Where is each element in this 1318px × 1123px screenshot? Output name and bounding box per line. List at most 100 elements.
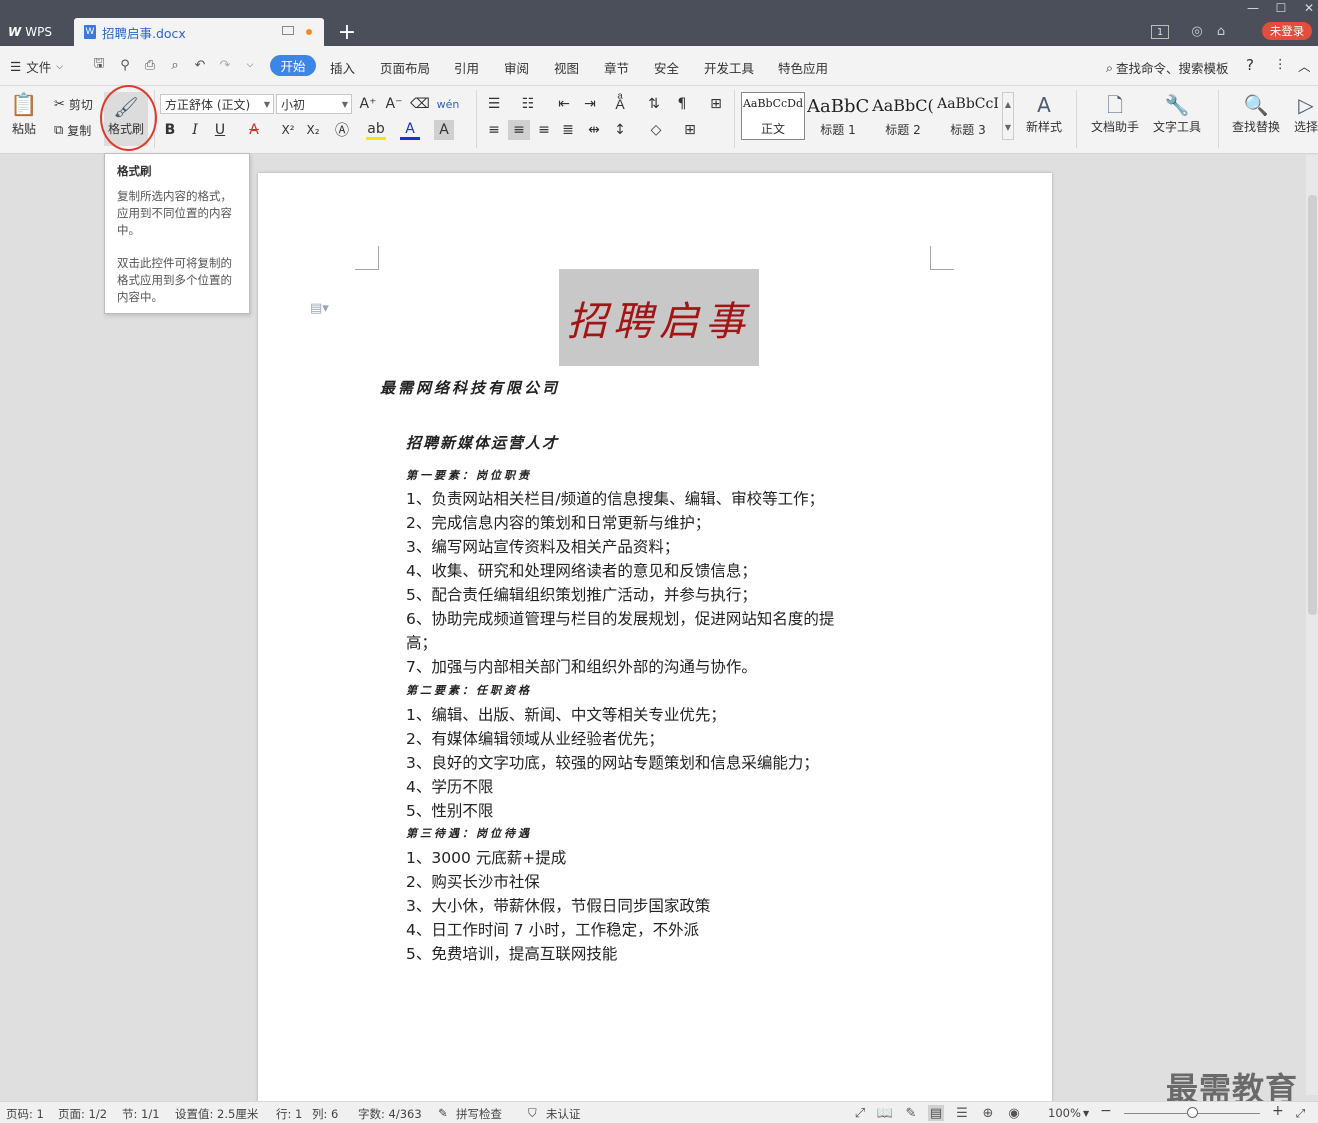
document-page[interactable]: ▤▾ 招聘启事 最需网络科技有限公司 招聘新媒体运营人才 第一要素：岗位职责 1… (258, 173, 1052, 1103)
tab-insert[interactable]: 插入 (330, 58, 355, 77)
login-button[interactable]: 未登录 (1262, 22, 1312, 40)
status-certification[interactable]: 未认证 (546, 1106, 581, 1122)
sort-icon[interactable]: ⇅ (644, 94, 664, 114)
style-normal[interactable]: AaBbCcDd 正文 (741, 92, 805, 140)
zoom-level[interactable]: 100% (1048, 1106, 1081, 1120)
status-section[interactable]: 节: 1/1 (122, 1106, 160, 1122)
decrease-indent-icon[interactable]: ⇤ (554, 94, 574, 114)
status-setting[interactable]: 设置值: 2.5厘米 (175, 1106, 258, 1122)
paste-button[interactable]: 📋 粘贴 (6, 92, 42, 137)
command-search[interactable]: ⌕ 查找命令、搜索模板 (1106, 58, 1229, 77)
tab-chapter[interactable]: 章节 (604, 58, 629, 77)
reading-mode-icon[interactable]: 📖 (877, 1105, 893, 1121)
cut-button[interactable]: ✂ 剪切 (54, 96, 93, 113)
status-page[interactable]: 页面: 1/2 (58, 1106, 107, 1122)
status-row[interactable]: 行: 1 (276, 1106, 302, 1122)
brush-icon[interactable]: ⚲ (117, 57, 133, 73)
maximize-icon[interactable]: ☐ (1270, 0, 1292, 16)
undo-icon[interactable]: ↶ (192, 57, 208, 73)
superscript-icon[interactable]: X² (278, 120, 298, 140)
align-right-icon[interactable]: ≡ (534, 120, 554, 140)
phonetic-guide-icon[interactable]: wén (437, 94, 460, 114)
show-marks-icon[interactable]: ¶ (672, 94, 692, 114)
tab-developer[interactable]: 开发工具 (704, 58, 754, 77)
print-icon[interactable]: ⎙ (142, 57, 158, 73)
tab-page-layout[interactable]: 页面布局 (380, 58, 430, 77)
table-grid-icon[interactable]: ⊞ (706, 94, 726, 114)
tab-references[interactable]: 引用 (454, 58, 479, 77)
subscript-icon[interactable]: X₂ (303, 120, 323, 140)
find-replace-button[interactable]: 🔍 查找替换 (1226, 92, 1286, 135)
status-col[interactable]: 列: 6 (312, 1106, 338, 1122)
increase-indent-icon[interactable]: ⇥ (580, 94, 600, 114)
numbered-list-icon[interactable]: ☷ (518, 94, 538, 114)
scrollbar-thumb[interactable] (1308, 195, 1317, 615)
quick-access-more-icon[interactable]: ⌵ (242, 57, 258, 73)
italic-icon[interactable]: I (185, 120, 205, 140)
status-page-number[interactable]: 页码: 1 (6, 1106, 44, 1122)
change-case-icon[interactable]: Aͣ (610, 94, 630, 114)
text-tools-button[interactable]: 🔧 文字工具 (1146, 92, 1208, 135)
bold-icon[interactable]: B (160, 120, 180, 140)
close-icon[interactable]: ✕ (1298, 0, 1318, 16)
doc-helper-button[interactable]: 🗋 文档助手 (1088, 92, 1142, 135)
tab-special-apps[interactable]: 特色应用 (778, 58, 828, 77)
borders-icon[interactable]: ⊞ (680, 120, 700, 140)
text-effect-icon[interactable]: Ⓐ (332, 120, 352, 140)
tab-review[interactable]: 审阅 (504, 58, 529, 77)
zoom-in-icon[interactable]: + (1272, 1103, 1284, 1119)
print-preview-icon[interactable]: ⌕ (167, 57, 183, 73)
font-name-select[interactable]: 方正舒体 (正文) ▼ (160, 94, 274, 114)
monitor-icon[interactable] (282, 26, 294, 35)
highlight-icon[interactable]: ab (366, 120, 386, 140)
expand-icon[interactable]: ⤢ (1296, 1106, 1305, 1121)
tab-security[interactable]: 安全 (654, 58, 679, 77)
paragraph-layout-icon[interactable]: ▤▾ (310, 301, 329, 316)
shading-icon[interactable]: ◇ (646, 120, 666, 140)
more-options-icon[interactable]: ⋮ (1274, 56, 1287, 71)
copy-button[interactable]: ⧉ 复制 (54, 122, 91, 139)
tab-view[interactable]: 视图 (554, 58, 579, 77)
clear-format-icon[interactable]: ⌫ (410, 94, 430, 114)
page-view-icon[interactable]: ▤ (928, 1105, 944, 1121)
underline-icon[interactable]: U (210, 120, 230, 140)
file-menu[interactable]: ☰ 文件 ⌵ (10, 57, 63, 76)
zoom-out-icon[interactable]: − (1100, 1103, 1112, 1119)
zoom-slider-handle[interactable] (1187, 1107, 1198, 1118)
bullet-list-icon[interactable]: ☰ (484, 94, 504, 114)
wps-home-tab[interactable]: W WPS (0, 18, 70, 46)
justify-icon[interactable]: ≣ (558, 120, 578, 140)
window-count-badge[interactable]: 1 (1151, 25, 1169, 39)
edit-mode-icon[interactable]: ✎ (903, 1105, 919, 1121)
style-heading-1[interactable]: AaBbC 标题 1 (806, 92, 870, 140)
tab-start[interactable]: 开始 (270, 55, 316, 76)
web-view-icon[interactable]: ⊕ (980, 1105, 996, 1121)
style-heading-3[interactable]: AaBbCcI 标题 3 (936, 92, 1000, 140)
style-gallery-scroll[interactable]: ▲ ▼ (1002, 92, 1014, 140)
save-icon[interactable]: 🖫 (91, 56, 107, 73)
shirt-icon[interactable]: ⌂ (1212, 22, 1230, 40)
align-center-icon[interactable]: ≡ (508, 120, 530, 140)
add-tab-button[interactable]: + (335, 18, 359, 46)
font-size-select[interactable]: 小初 ▼ (276, 94, 352, 114)
style-heading-2[interactable]: AaBbC( 标题 2 (871, 92, 935, 140)
outline-view-icon[interactable]: ☰ (954, 1105, 970, 1121)
redo-icon[interactable]: ↷ (217, 57, 233, 73)
document-tab[interactable]: W 招聘启事.docx (74, 18, 324, 46)
grow-font-icon[interactable]: A⁺ (358, 94, 378, 114)
font-color-icon[interactable]: A (400, 120, 420, 140)
new-style-button[interactable]: A 新样式 (1020, 92, 1068, 135)
skin-icon[interactable]: ◎ (1188, 22, 1206, 40)
distribute-icon[interactable]: ⇹ (584, 120, 604, 140)
fullscreen-icon[interactable]: ⤢ (852, 1105, 868, 1121)
status-spell-check[interactable]: 拼写检查 (456, 1106, 502, 1122)
char-shading-icon[interactable]: A (434, 120, 454, 140)
shrink-font-icon[interactable]: A⁻ (384, 94, 404, 114)
line-spacing-icon[interactable]: ↕ (610, 120, 630, 140)
align-left-icon[interactable]: ≡ (484, 120, 504, 140)
chevron-down-icon[interactable]: ▼ (1083, 1109, 1089, 1118)
status-word-count[interactable]: 字数: 4/363 (358, 1106, 422, 1122)
collapse-ribbon-icon[interactable]: ︿ (1298, 56, 1311, 75)
minimize-icon[interactable]: — (1242, 0, 1264, 16)
strikethrough-icon[interactable]: A (244, 120, 264, 140)
